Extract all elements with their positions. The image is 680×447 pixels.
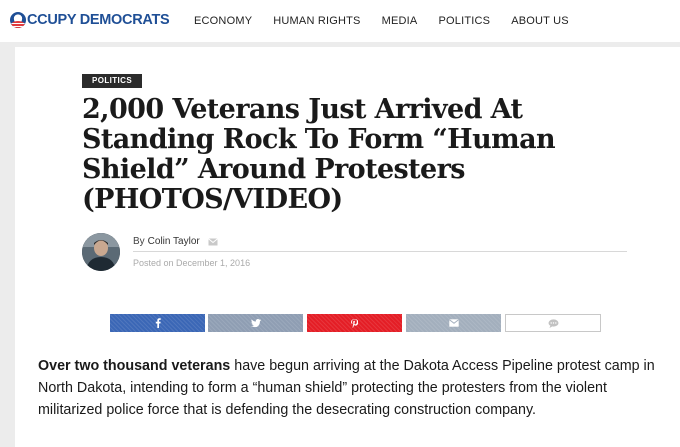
nav-item-economy[interactable]: ECONOMY (194, 15, 252, 27)
byline-prefix: By (133, 236, 145, 247)
share-twitter-button[interactable] (208, 314, 303, 332)
nav-item-about-us[interactable]: ABOUT US (511, 15, 569, 27)
share-facebook-button[interactable] (110, 314, 205, 332)
nav-item-politics[interactable]: POLITICS (438, 15, 490, 27)
lead-bold-text: Over two thousand veterans (38, 358, 231, 374)
main-nav: ECONOMY HUMAN RIGHTS MEDIA POLITICS ABOU… (194, 15, 590, 27)
byline-divider (133, 251, 627, 252)
article-lead-paragraph: Over two thousand veterans have begun ar… (38, 355, 670, 421)
share-email-button[interactable] (406, 314, 501, 332)
site-header: CCUPY DEMOCRATS ECONOMY HUMAN RIGHTS MED… (0, 0, 680, 42)
envelope-icon (448, 319, 459, 327)
facebook-icon (155, 318, 161, 328)
share-pinterest-button[interactable] (307, 314, 402, 332)
author-avatar[interactable] (82, 233, 120, 271)
author-link[interactable]: Colin Taylor (148, 236, 200, 247)
nav-item-human-rights[interactable]: HUMAN RIGHTS (273, 15, 360, 27)
post-date: Posted on December 1, 2016 (133, 258, 251, 268)
logo-emblem-icon (10, 12, 26, 28)
category-badge[interactable]: POLITICS (82, 74, 143, 88)
nav-item-media[interactable]: MEDIA (382, 15, 418, 27)
twitter-icon (250, 319, 261, 327)
share-comment-button[interactable] (505, 314, 601, 332)
author-photo (82, 233, 120, 271)
byline: By Colin Taylor (133, 236, 218, 247)
envelope-icon[interactable] (207, 237, 218, 246)
article-title: 2,000 Veterans Just Arrived At Standing … (82, 94, 556, 215)
pinterest-icon (351, 318, 358, 328)
site-logo[interactable]: CCUPY DEMOCRATS (10, 10, 170, 30)
logo-text: CCUPY DEMOCRATS (27, 12, 170, 28)
comment-icon (548, 318, 559, 328)
